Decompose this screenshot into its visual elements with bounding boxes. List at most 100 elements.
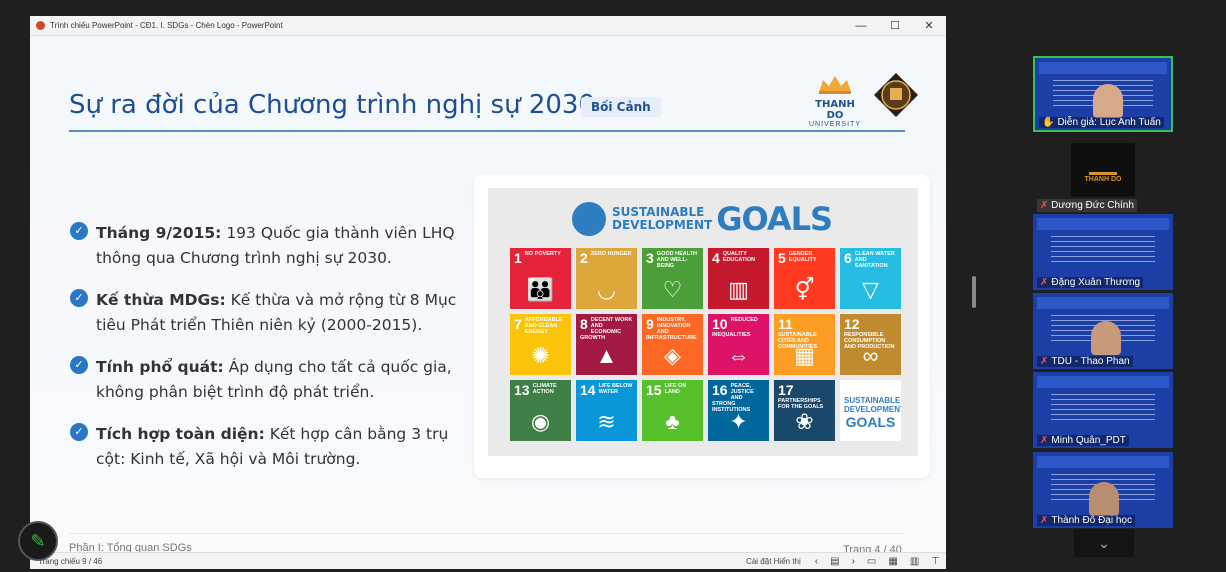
gender-icon: ⚥ [794, 277, 815, 302]
chevron-down-icon[interactable]: ⌄ [1074, 529, 1134, 557]
eye-icon: ◉ [530, 409, 551, 434]
water-icon: ▽ [862, 277, 879, 302]
webinar-banner [1037, 376, 1169, 388]
maximize-button[interactable]: ☐ [878, 16, 912, 36]
mic-muted-icon: ✗ [1040, 356, 1049, 367]
check-circle-icon: ✓ [70, 222, 88, 240]
participant-logo-tile[interactable]: THANH DO [1071, 143, 1135, 197]
growth-chart-icon: ▲ [595, 343, 618, 368]
webinar-banner [1039, 62, 1167, 74]
sdg-goal-number: 4 [712, 250, 720, 266]
sdg-logo-goals: GOALS [845, 414, 896, 430]
minimize-button[interactable]: — [844, 16, 878, 36]
sdg-goal-number: 15 [646, 382, 662, 398]
sdg-goal-tile: 11 SUSTAINABLE CITIES AND COMMUNITIES ▦ [774, 314, 835, 375]
infinity-icon: ∞ [862, 343, 879, 368]
mic-muted-icon: ✗ [1040, 515, 1049, 526]
logo-subtitle: UNIVERSITY [808, 121, 861, 128]
logo-name: THANH DO [815, 99, 855, 121]
bullet-item: ✓ Tháng 9/2015: 193 Quốc gia thành viên … [70, 221, 480, 271]
sdg-goal-number: 8 [580, 316, 588, 332]
webinar-banner [1037, 456, 1169, 468]
mic-muted-icon: ✗ [1040, 277, 1049, 288]
sdg-goal-number: 13 [514, 382, 530, 398]
window-titlebar: Trình chiếu PowerPoint - CĐ1. I. SDGs - … [30, 16, 946, 36]
dove-icon: ✦ [729, 409, 748, 434]
next-icon[interactable]: › [852, 556, 855, 567]
sdg-goal-number: 17 [778, 382, 794, 398]
sdg-goal-number: 10 [712, 316, 728, 332]
footer-divider [69, 533, 905, 534]
un-emblem-icon [572, 202, 606, 236]
display-settings-button[interactable]: Cài đặt Hiển thị [746, 557, 801, 566]
sdg-goal-number: 6 [844, 250, 852, 266]
family-icon: 👪 [526, 277, 555, 302]
participant-name: TDU - Thao Phan [1051, 356, 1130, 367]
sdg-goal-number: 1 [514, 250, 522, 266]
participant-tile[interactable]: ✗ Thành Đô Đại học [1033, 452, 1173, 528]
participant-tile[interactable]: ✗ Đặng Xuân Thương [1033, 214, 1173, 290]
powerpoint-icon [36, 21, 45, 30]
sdg-logo-tile: SUSTAINABLE DEVELOPMENT GOALS [840, 380, 901, 441]
participant-tile[interactable]: ✗ TDU - Thao Phan [1033, 293, 1173, 369]
thanh-do-mini-logo-icon [1089, 155, 1117, 175]
participant-name: Minh Quân_PDT [1051, 435, 1126, 446]
sdg-goal-tile: 9 INDUSTRY, INNOVATION AND INFRASTRUCTURE… [642, 314, 703, 375]
participant-video [1091, 321, 1121, 355]
bullet-heading: Tháng 9/2015: [96, 224, 222, 242]
participant-tile[interactable]: ✗ Minh Quân_PDT [1033, 372, 1173, 448]
sdg-goal-tile: 12 RESPONSIBLE CONSUMPTION AND PRODUCTION… [840, 314, 901, 375]
check-circle-icon: ✓ [70, 356, 88, 374]
sdg-goal-number: 7 [514, 316, 522, 332]
book-icon: ▥ [728, 277, 749, 302]
sdg-logo-line2: DEVELOPMENT [844, 405, 901, 414]
thanh-do-logo: THANH DO UNIVERSITY [807, 74, 863, 128]
webinar-text-lines [1051, 394, 1155, 422]
slide-sorter-icon[interactable]: ▤ [830, 556, 839, 567]
mic-icon: ✋ [1042, 117, 1055, 128]
sdg-goal-number: 3 [646, 250, 654, 266]
sdg-goal-tile: 10 REDUCED INEQUALITIES ⇔ [708, 314, 769, 375]
bullet-item: ✓ Tích hợp toàn diện: Kết hợp cân bằng 3… [70, 422, 480, 472]
mic-muted-icon: ✗ [1040, 200, 1049, 211]
sdg-goal-number: 16 [712, 382, 728, 398]
tree-icon: ♣ [665, 409, 680, 434]
participant-name: Diễn giả: Lục Anh Tuấn [1057, 117, 1161, 128]
panel-resize-handle[interactable] [972, 276, 976, 308]
normal-view-icon[interactable]: ▭ [867, 556, 876, 567]
title-divider [69, 130, 905, 132]
slide-counter: Trang chiếu 9 / 46 [38, 556, 103, 566]
mic-muted-icon: ✗ [1040, 435, 1049, 446]
sdg-goal-number: 2 [580, 250, 588, 266]
sdg-goal-tile: 2 ZERO HUNGER ◡ [576, 248, 637, 309]
sdg-goal-tile: 17 PARTNERSHIPS FOR THE GOALS ❀ [774, 380, 835, 441]
grid-view-icon[interactable]: ▦ [888, 556, 897, 567]
close-button[interactable]: ✕ [912, 16, 946, 36]
participant-tile[interactable]: ✋ Diễn giả: Lục Anh Tuấn [1033, 56, 1173, 132]
powerpoint-window: Trình chiếu PowerPoint - CĐ1. I. SDGs - … [30, 16, 946, 569]
sdg-goal-number: 9 [646, 316, 654, 332]
sdg-goal-tile: 13 CLIMATE ACTION ◉ [510, 380, 571, 441]
participant-video [1089, 482, 1119, 516]
presenter-view-icon[interactable]: ⊤ [931, 556, 940, 567]
equal-icon: ⇔ [727, 343, 750, 368]
mini-logo-text: THANH DO [1084, 176, 1122, 183]
crown-icon [819, 76, 851, 94]
bullet-item: ✓ Kế thừa MDGs: Kế thừa và mở rộng từ 8 … [70, 288, 480, 338]
sdg-goal-tile: 5 GENDER EQUALITY ⚥ [774, 248, 835, 309]
reading-view-icon[interactable]: ▥ [910, 556, 919, 567]
sdg-goal-number: 12 [844, 316, 860, 332]
footer-page-number: Trang 4 / 40 [843, 544, 902, 552]
sdg-goal-tile: 1 NO POVERTY 👪 [510, 248, 571, 309]
sdg-goal-tile: 15 LIFE ON LAND ♣ [642, 380, 703, 441]
statusbar: Trang chiếu 9 / 46 Cài đặt Hiển thị ‹ ▤ … [30, 552, 946, 569]
check-circle-icon: ✓ [70, 423, 88, 441]
pen-tool-button[interactable]: ✎ [18, 521, 58, 561]
sdg-goal-tile: 8 DECENT WORK AND ECONOMIC GROWTH ▲ [576, 314, 637, 375]
participant-name: Thành Đô Đại học [1051, 515, 1132, 526]
previous-icon[interactable]: ‹ [815, 556, 818, 567]
sdg-goal-number: 11 [778, 316, 793, 332]
slide-title: Sự ra đời của Chương trình nghị sự 2030 [69, 90, 596, 120]
participant-name: Dương Đức Chính [1051, 200, 1134, 211]
bowl-icon: ◡ [596, 277, 617, 302]
